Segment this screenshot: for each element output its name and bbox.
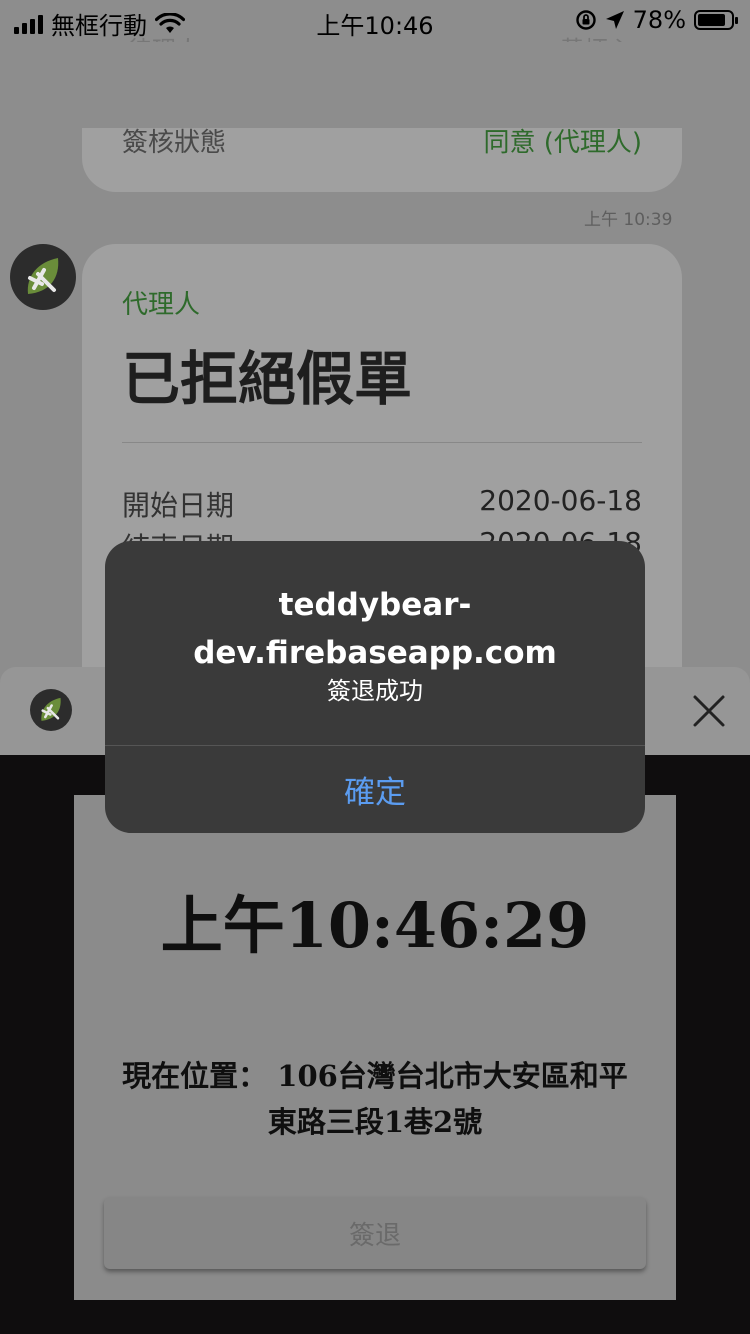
nav-cover: [0, 42, 750, 128]
card-divider: [122, 442, 642, 443]
current-location: 現在位置： 106台灣台北市大安區和平 東路三段1巷2號: [94, 1053, 656, 1145]
rotation-lock-icon: [575, 10, 596, 30]
current-clock: 上午10:46:29: [160, 889, 590, 962]
leaf-logo-icon: [41, 697, 61, 721]
battery-percent: 78%: [632, 6, 686, 34]
card-role: 代理人: [122, 290, 201, 320]
punch-panel: 上午10:46:29 現在位置： 106台灣台北市大安區和平 東路三段1巷2號 …: [74, 795, 676, 1300]
row-start-label: 開始日期: [122, 489, 235, 522]
row-start-value: 2020-06-18: [479, 484, 642, 517]
alert-title: teddybear- dev.firebaseapp.com: [125, 581, 625, 677]
bot-avatar[interactable]: [10, 244, 76, 310]
sign-out-button[interactable]: 簽退: [104, 1197, 646, 1269]
leaf-logo-icon: [27, 258, 59, 294]
close-icon[interactable]: [692, 694, 726, 728]
alert-dialog: teddybear- dev.firebaseapp.com 簽退成功 確定: [105, 541, 645, 833]
alert-ok-button[interactable]: 確定: [105, 746, 645, 833]
location-line-1: 現在位置： 106台灣台北市大安區和平: [122, 1059, 628, 1093]
battery-icon: [694, 10, 738, 30]
location-arrow-icon: [605, 11, 624, 29]
alert-message: 簽退成功: [327, 677, 423, 705]
sheet-app-icon: [30, 689, 72, 731]
alert-title-line-1: teddybear-: [278, 587, 472, 623]
message-time: 上午 10:39: [584, 210, 673, 230]
alert-title-line-2: dev.firebaseapp.com: [193, 635, 557, 671]
location-line-2: 東路三段1巷2號: [267, 1105, 483, 1139]
card-heading: 已拒絕假單: [122, 345, 413, 413]
status-bar: 無框行動 上午10:46 78%: [0, 0, 750, 40]
